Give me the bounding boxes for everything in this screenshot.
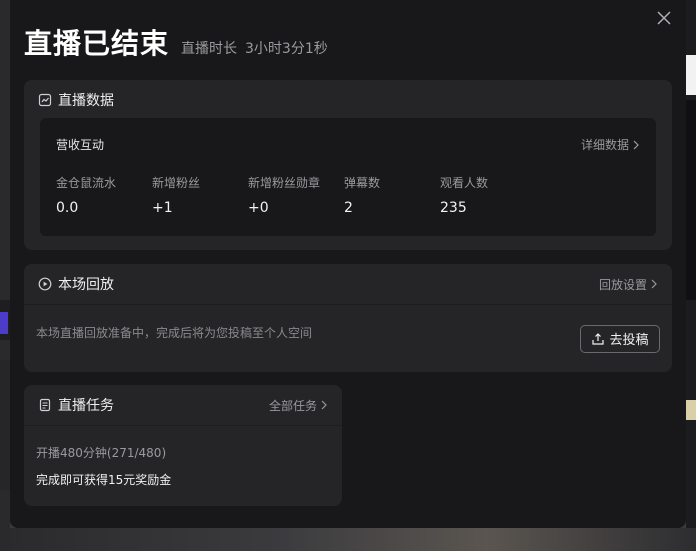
submit-video-button[interactable]: 去投稿	[580, 324, 660, 353]
stats-row: 金仓鼠流水 0.0 新增粉丝 +1 新增粉丝勋章 +0 弹幕数 2 观看人数 2…	[56, 174, 536, 216]
task-progress: 开播480分钟(271/480)	[36, 446, 167, 460]
chevron-right-icon	[650, 279, 658, 289]
stat-new-fans: 新增粉丝 +1	[152, 174, 248, 216]
all-tasks-label: 全部任务	[268, 398, 317, 413]
chevron-right-icon	[632, 140, 640, 150]
duration-label: 直播时长	[181, 41, 238, 57]
replay-settings-label: 回放设置	[598, 277, 647, 292]
live-task-card: 直播任务 全部任务 开播480分钟(271/480) 完成即可获得15元奖励金	[24, 385, 342, 506]
background-app-bottom	[0, 528, 696, 551]
background-panel	[686, 100, 696, 300]
replay-settings-link[interactable]: 回放设置	[599, 276, 658, 293]
stat-viewers: 观看人数 235	[440, 174, 536, 216]
stat-value: 2	[344, 200, 353, 216]
chart-icon	[38, 93, 52, 107]
live-data-title: 直播数据	[58, 93, 114, 109]
stat-label: 观看人数	[440, 176, 489, 190]
stat-label: 弹幕数	[344, 176, 381, 190]
submit-video-label: 去投稿	[609, 332, 649, 347]
dialog-header: 直播已结束 直播时长 3小时3分1秒	[24, 22, 328, 62]
revenue-panel: 营收互动 详细数据 金仓鼠流水 0.0 新增粉丝 +1 新增粉丝勋章 +0 弹幕…	[40, 118, 656, 236]
chevron-right-icon	[320, 400, 328, 410]
stat-value: +1	[152, 200, 173, 216]
task-header: 直播任务 全部任务	[24, 385, 342, 425]
stat-label: 新增粉丝	[152, 176, 201, 190]
replay-header: 本场回放 回放设置	[24, 264, 672, 304]
duration-value: 3小时3分1秒	[245, 41, 328, 57]
detail-data-label: 详细数据	[580, 138, 629, 152]
dialog-title: 直播已结束	[24, 27, 170, 60]
live-ended-dialog: 直播已结束 直播时长 3小时3分1秒 直播数据 营收互动 详细数据 金仓鼠流水 …	[10, 0, 686, 528]
live-data-card: 直播数据 营收互动 详细数据 金仓鼠流水 0.0 新增粉丝 +1 新增粉丝勋章 …	[24, 80, 672, 250]
live-data-header: 直播数据	[24, 80, 672, 120]
task-reward: 完成即可获得15元奖励金	[36, 473, 172, 487]
play-circle-icon	[38, 277, 52, 291]
background-panel	[0, 360, 10, 490]
stat-value: 235	[440, 200, 467, 216]
stat-value: +0	[248, 200, 269, 216]
stat-hamster-revenue: 金仓鼠流水 0.0	[56, 174, 152, 216]
replay-title: 本场回放	[58, 277, 114, 293]
document-icon	[38, 398, 52, 412]
background-highlight	[0, 312, 8, 334]
replay-description: 本场直播回放准备中，完成后将为您投稿至个人空间	[36, 326, 313, 340]
background-app-right	[686, 0, 696, 551]
stat-label: 新增粉丝勋章	[248, 176, 321, 190]
background-app-left	[0, 0, 10, 551]
replay-card: 本场回放 回放设置 本场直播回放准备中，完成后将为您投稿至个人空间 去投稿	[24, 264, 672, 372]
close-button[interactable]	[656, 10, 672, 26]
close-icon	[657, 11, 671, 25]
stat-label: 金仓鼠流水	[56, 176, 117, 190]
stat-new-fan-medals: 新增粉丝勋章 +0	[248, 174, 344, 216]
upload-icon	[591, 332, 605, 346]
all-tasks-link[interactable]: 全部任务	[269, 397, 328, 414]
background-panel	[686, 55, 696, 95]
task-title: 直播任务	[58, 398, 114, 414]
background-panel	[686, 400, 696, 420]
detail-data-link[interactable]: 详细数据	[581, 136, 640, 153]
stat-danmaku-count: 弹幕数 2	[344, 174, 440, 216]
revenue-title: 营收互动	[56, 138, 105, 152]
stat-value: 0.0	[56, 200, 79, 216]
